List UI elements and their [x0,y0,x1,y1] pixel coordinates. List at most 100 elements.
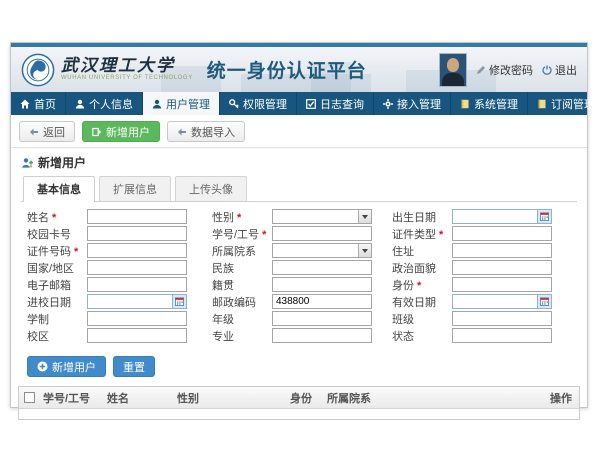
country-region-label: 国家/地区 [27,260,87,276]
id-number-input[interactable] [87,243,187,258]
power-icon [542,65,552,75]
address-label: 住址 [392,243,452,259]
home-icon [20,99,30,109]
id-number-label: 证件号码 [27,243,87,259]
field-country-region: 国家/地区 [27,260,202,275]
political-status-input[interactable] [452,260,552,275]
logout-link[interactable]: 退出 [542,62,577,78]
field-native-place: 籍贯 [212,277,382,292]
schooling-length-input[interactable] [87,311,187,326]
id-type-input[interactable] [452,226,552,241]
field-student-id: 学号/工号 [212,226,382,241]
select-all-checkbox[interactable] [24,392,35,403]
add-user-submit-button[interactable]: 新增用户 [27,356,106,377]
country-region-input[interactable] [87,260,187,275]
calendar-icon[interactable] [537,295,551,308]
pencil-icon [476,65,486,75]
logout-label: 退出 [555,62,577,78]
grade-input[interactable] [272,311,372,326]
basic-info-form: 姓名 性别 出生日期 校园卡号 学号/工号 证件类型 证件号码 所属院系 [11,202,587,350]
email-input[interactable] [87,277,187,292]
field-campus: 校区 [27,328,202,343]
student-id-input[interactable] [272,226,372,241]
col-operation: 操作 [546,390,579,406]
change-password-link[interactable]: 修改密码 [476,62,533,78]
calendar-icon[interactable] [172,295,186,308]
reset-button[interactable]: 重置 [113,356,155,377]
birth-date-input[interactable] [452,209,552,224]
add-user-button[interactable]: 新增用户 [82,121,160,142]
col-department: 所属院系 [323,390,546,406]
field-valid-date: 有效日期 [392,294,572,309]
field-gender: 性别 [212,209,382,224]
field-id-number: 证件号码 [27,243,202,258]
schooling-length-label: 学制 [27,311,87,327]
nav-item-permission-mgmt[interactable]: 权限管理 [220,92,297,115]
valid-date-label: 有效日期 [392,294,452,310]
field-address: 住址 [392,243,572,258]
nav-item-home[interactable]: 首页 [11,92,66,115]
gender-select[interactable] [272,209,372,224]
department-select[interactable] [272,243,372,258]
ethnicity-label: 民族 [212,260,272,276]
dropdown-arrow-icon[interactable] [358,210,371,223]
field-email: 电子邮箱 [27,277,202,292]
name-input[interactable] [87,209,187,224]
nav-item-access-mgmt[interactable]: 接入管理 [374,92,451,115]
tab-basic-info[interactable]: 基本信息 [23,176,95,202]
major-input[interactable] [272,328,372,343]
class-input[interactable] [452,311,552,326]
valid-date-input[interactable] [452,294,552,309]
nav-item-system-mgmt[interactable]: 系统管理 [451,92,528,115]
plus-circle-icon [37,361,48,372]
nav-item-subscription-mgmt[interactable]: 订阅管理 [528,92,600,115]
tab-upload-avatar[interactable]: 上传头像 [175,176,247,201]
add-user-section-icon [21,157,33,169]
university-logo-icon [21,53,55,87]
section-header: 新增用户 [11,148,587,174]
main-nav: 首页 个人信息 用户管理 权限管理 日志查询 接入管理 系统管理 订阅管理 [11,92,587,115]
field-id-type: 证件类型 [392,226,572,241]
department-label: 所属院系 [212,243,272,259]
col-name: 姓名 [103,390,173,406]
col-student-id: 学号/工号 [39,390,103,406]
nav-item-profile[interactable]: 个人信息 [66,92,143,115]
ethnicity-input[interactable] [272,260,372,275]
tab-extended-info[interactable]: 扩展信息 [99,176,171,201]
campus-card-input[interactable] [87,226,187,241]
native-place-input[interactable] [272,277,372,292]
birth-date-label: 出生日期 [392,209,452,225]
screenshot-canvas: 武汉理工大学 WUHAN UNIVERSITY OF TECHNOLOGY 统一… [0,0,600,450]
notebook-icon [460,99,470,109]
reset-label: 重置 [123,359,145,375]
key-icon [229,99,239,109]
address-input[interactable] [452,243,552,258]
identity-input[interactable] [452,277,552,292]
nav-label: 用户管理 [166,96,210,112]
app-window: 武汉理工大学 WUHAN UNIVERSITY OF TECHNOLOGY 统一… [10,42,588,408]
field-status: 状态 [392,328,572,343]
postal-code-input[interactable] [272,294,372,309]
add-user-label: 新增用户 [106,124,150,140]
class-label: 班级 [392,311,452,327]
dropdown-arrow-icon[interactable] [358,244,371,257]
campus-input[interactable] [87,328,187,343]
add-user-icon [92,127,102,137]
gear-icon [383,99,393,109]
native-place-label: 籍贯 [212,277,272,293]
field-class: 班级 [392,311,572,326]
nav-label: 日志查询 [320,96,364,112]
data-import-button[interactable]: 数据导入 [167,121,245,142]
nav-item-log-query[interactable]: 日志查询 [297,92,374,115]
postal-code-label: 邮政编码 [212,294,272,310]
field-political-status: 政治面貌 [392,260,572,275]
nav-item-user-mgmt[interactable]: 用户管理 [143,92,220,115]
back-button[interactable]: 返回 [19,121,75,142]
enroll-date-input[interactable] [87,294,187,309]
enroll-date-label: 进校日期 [27,294,87,310]
table-empty-body [19,409,579,419]
calendar-icon[interactable] [537,210,551,223]
import-arrow-icon [177,127,187,137]
platform-title: 统一身份认证平台 [207,56,367,83]
status-input[interactable] [452,328,552,343]
